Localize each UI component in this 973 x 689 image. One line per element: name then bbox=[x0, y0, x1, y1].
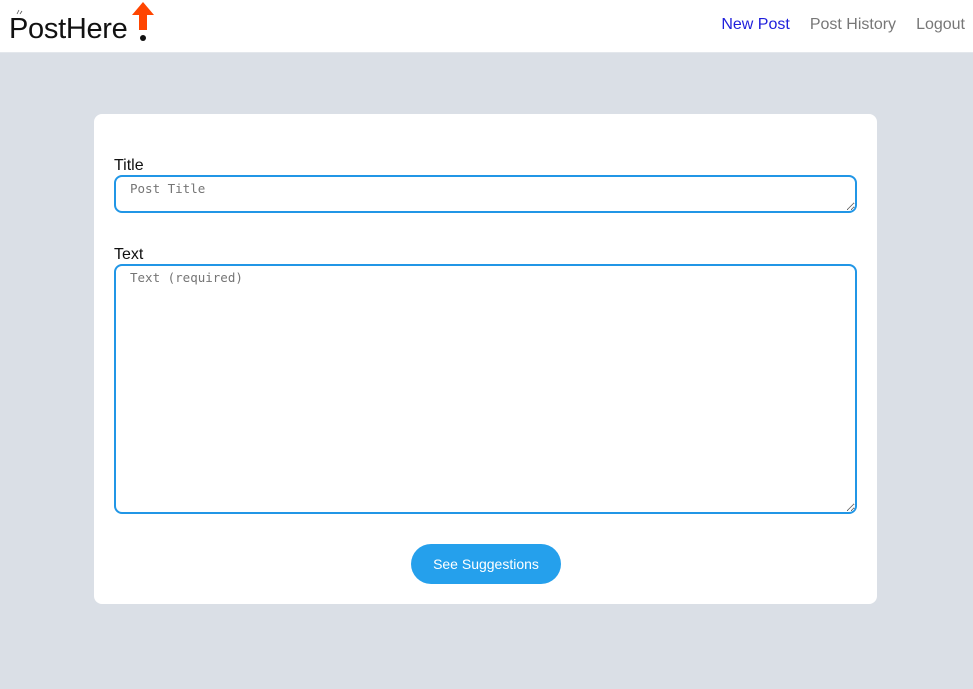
text-input[interactable] bbox=[114, 264, 857, 514]
see-suggestions-button[interactable]: See Suggestions bbox=[411, 544, 561, 584]
title-input[interactable] bbox=[114, 175, 857, 213]
up-arrow-icon bbox=[132, 2, 154, 41]
nav-logout-link[interactable]: Logout bbox=[916, 16, 965, 34]
nav-new-post-link[interactable]: New Post bbox=[721, 16, 789, 34]
nav-post-history-link[interactable]: Post History bbox=[810, 16, 896, 34]
nav-links: New Post Post History Logout bbox=[701, 16, 965, 34]
post-form-card: Title Text See Suggestions bbox=[94, 114, 877, 604]
navbar: PostHere New Post Post History Logout bbox=[0, 0, 973, 53]
logo[interactable]: PostHere bbox=[8, 0, 168, 53]
logo-text: PostHere bbox=[9, 13, 128, 45]
title-label: Title bbox=[114, 157, 144, 174]
text-label: Text bbox=[114, 246, 144, 263]
